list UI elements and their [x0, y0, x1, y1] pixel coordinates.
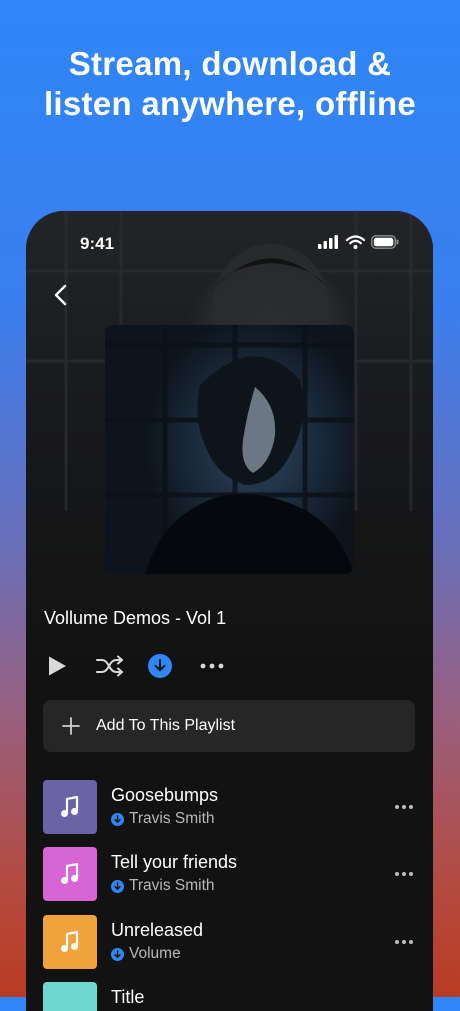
back-button[interactable] — [50, 283, 72, 307]
track-artist: Travis Smith — [129, 877, 215, 894]
track-row[interactable]: Goosebumps Travis Smith — [43, 780, 415, 834]
track-title: Goosebumps — [111, 785, 219, 805]
playlist-controls — [44, 651, 424, 681]
track-subtitle: Travis Smith — [111, 877, 215, 895]
download-button[interactable] — [148, 651, 172, 681]
status-time: 9:41 — [80, 234, 115, 253]
more-icon — [395, 805, 413, 809]
status-icons — [318, 235, 399, 249]
shuffle-icon — [96, 655, 123, 677]
plus-icon — [62, 717, 80, 735]
headline-line-1: Stream, download & — [68, 45, 392, 82]
add-to-playlist-button[interactable]: Add To This Playlist — [43, 700, 415, 752]
downloaded-icon — [111, 947, 124, 961]
music-note-icon — [61, 863, 79, 884]
shuffle-button[interactable] — [96, 651, 124, 681]
play-icon — [49, 656, 66, 676]
track-artwork — [43, 780, 97, 834]
music-note-icon — [61, 931, 79, 952]
track-artwork — [43, 847, 97, 901]
track-title: Tell your friends — [111, 852, 238, 872]
more-icon — [395, 940, 413, 944]
more-icon — [395, 872, 413, 876]
track-row[interactable]: Tell your friends Travis Smith — [43, 847, 415, 901]
track-title: Unreleased — [111, 920, 204, 940]
track-more-button[interactable] — [393, 865, 415, 883]
phone-screen: 9:41 Vollume Demos - Vol 1 Add To This P… — [26, 211, 433, 1011]
download-icon — [148, 654, 172, 678]
playlist-cover-art — [105, 325, 354, 574]
track-artist: Volume — [129, 945, 181, 962]
downloaded-icon — [111, 879, 124, 893]
track-row[interactable]: Unreleased Volume — [43, 915, 415, 969]
more-icon — [200, 663, 224, 669]
wifi-icon — [346, 235, 365, 249]
add-to-playlist-label: Add To This Playlist — [96, 717, 236, 734]
track-title: Title — [111, 987, 145, 1007]
headline: Stream, download & listen anywhere, offl… — [0, 44, 460, 124]
playlist-more-button[interactable] — [200, 651, 224, 681]
chevron-left-icon — [54, 284, 67, 306]
track-more-button[interactable] — [393, 933, 415, 951]
track-subtitle: Volume — [111, 945, 181, 963]
signal-icon — [318, 235, 338, 249]
cover-image — [105, 325, 354, 574]
track-more-button[interactable] — [393, 798, 415, 816]
track-artist: Travis Smith — [129, 810, 215, 827]
music-note-icon — [61, 796, 79, 817]
downloaded-icon — [111, 812, 124, 826]
playlist-title: Vollume Demos - Vol 1 — [44, 608, 227, 628]
track-artwork — [43, 915, 97, 969]
headline-line-2: listen anywhere, offline — [43, 85, 417, 122]
track-subtitle: Travis Smith — [111, 810, 215, 828]
battery-icon — [371, 235, 399, 249]
play-button[interactable] — [46, 651, 68, 681]
